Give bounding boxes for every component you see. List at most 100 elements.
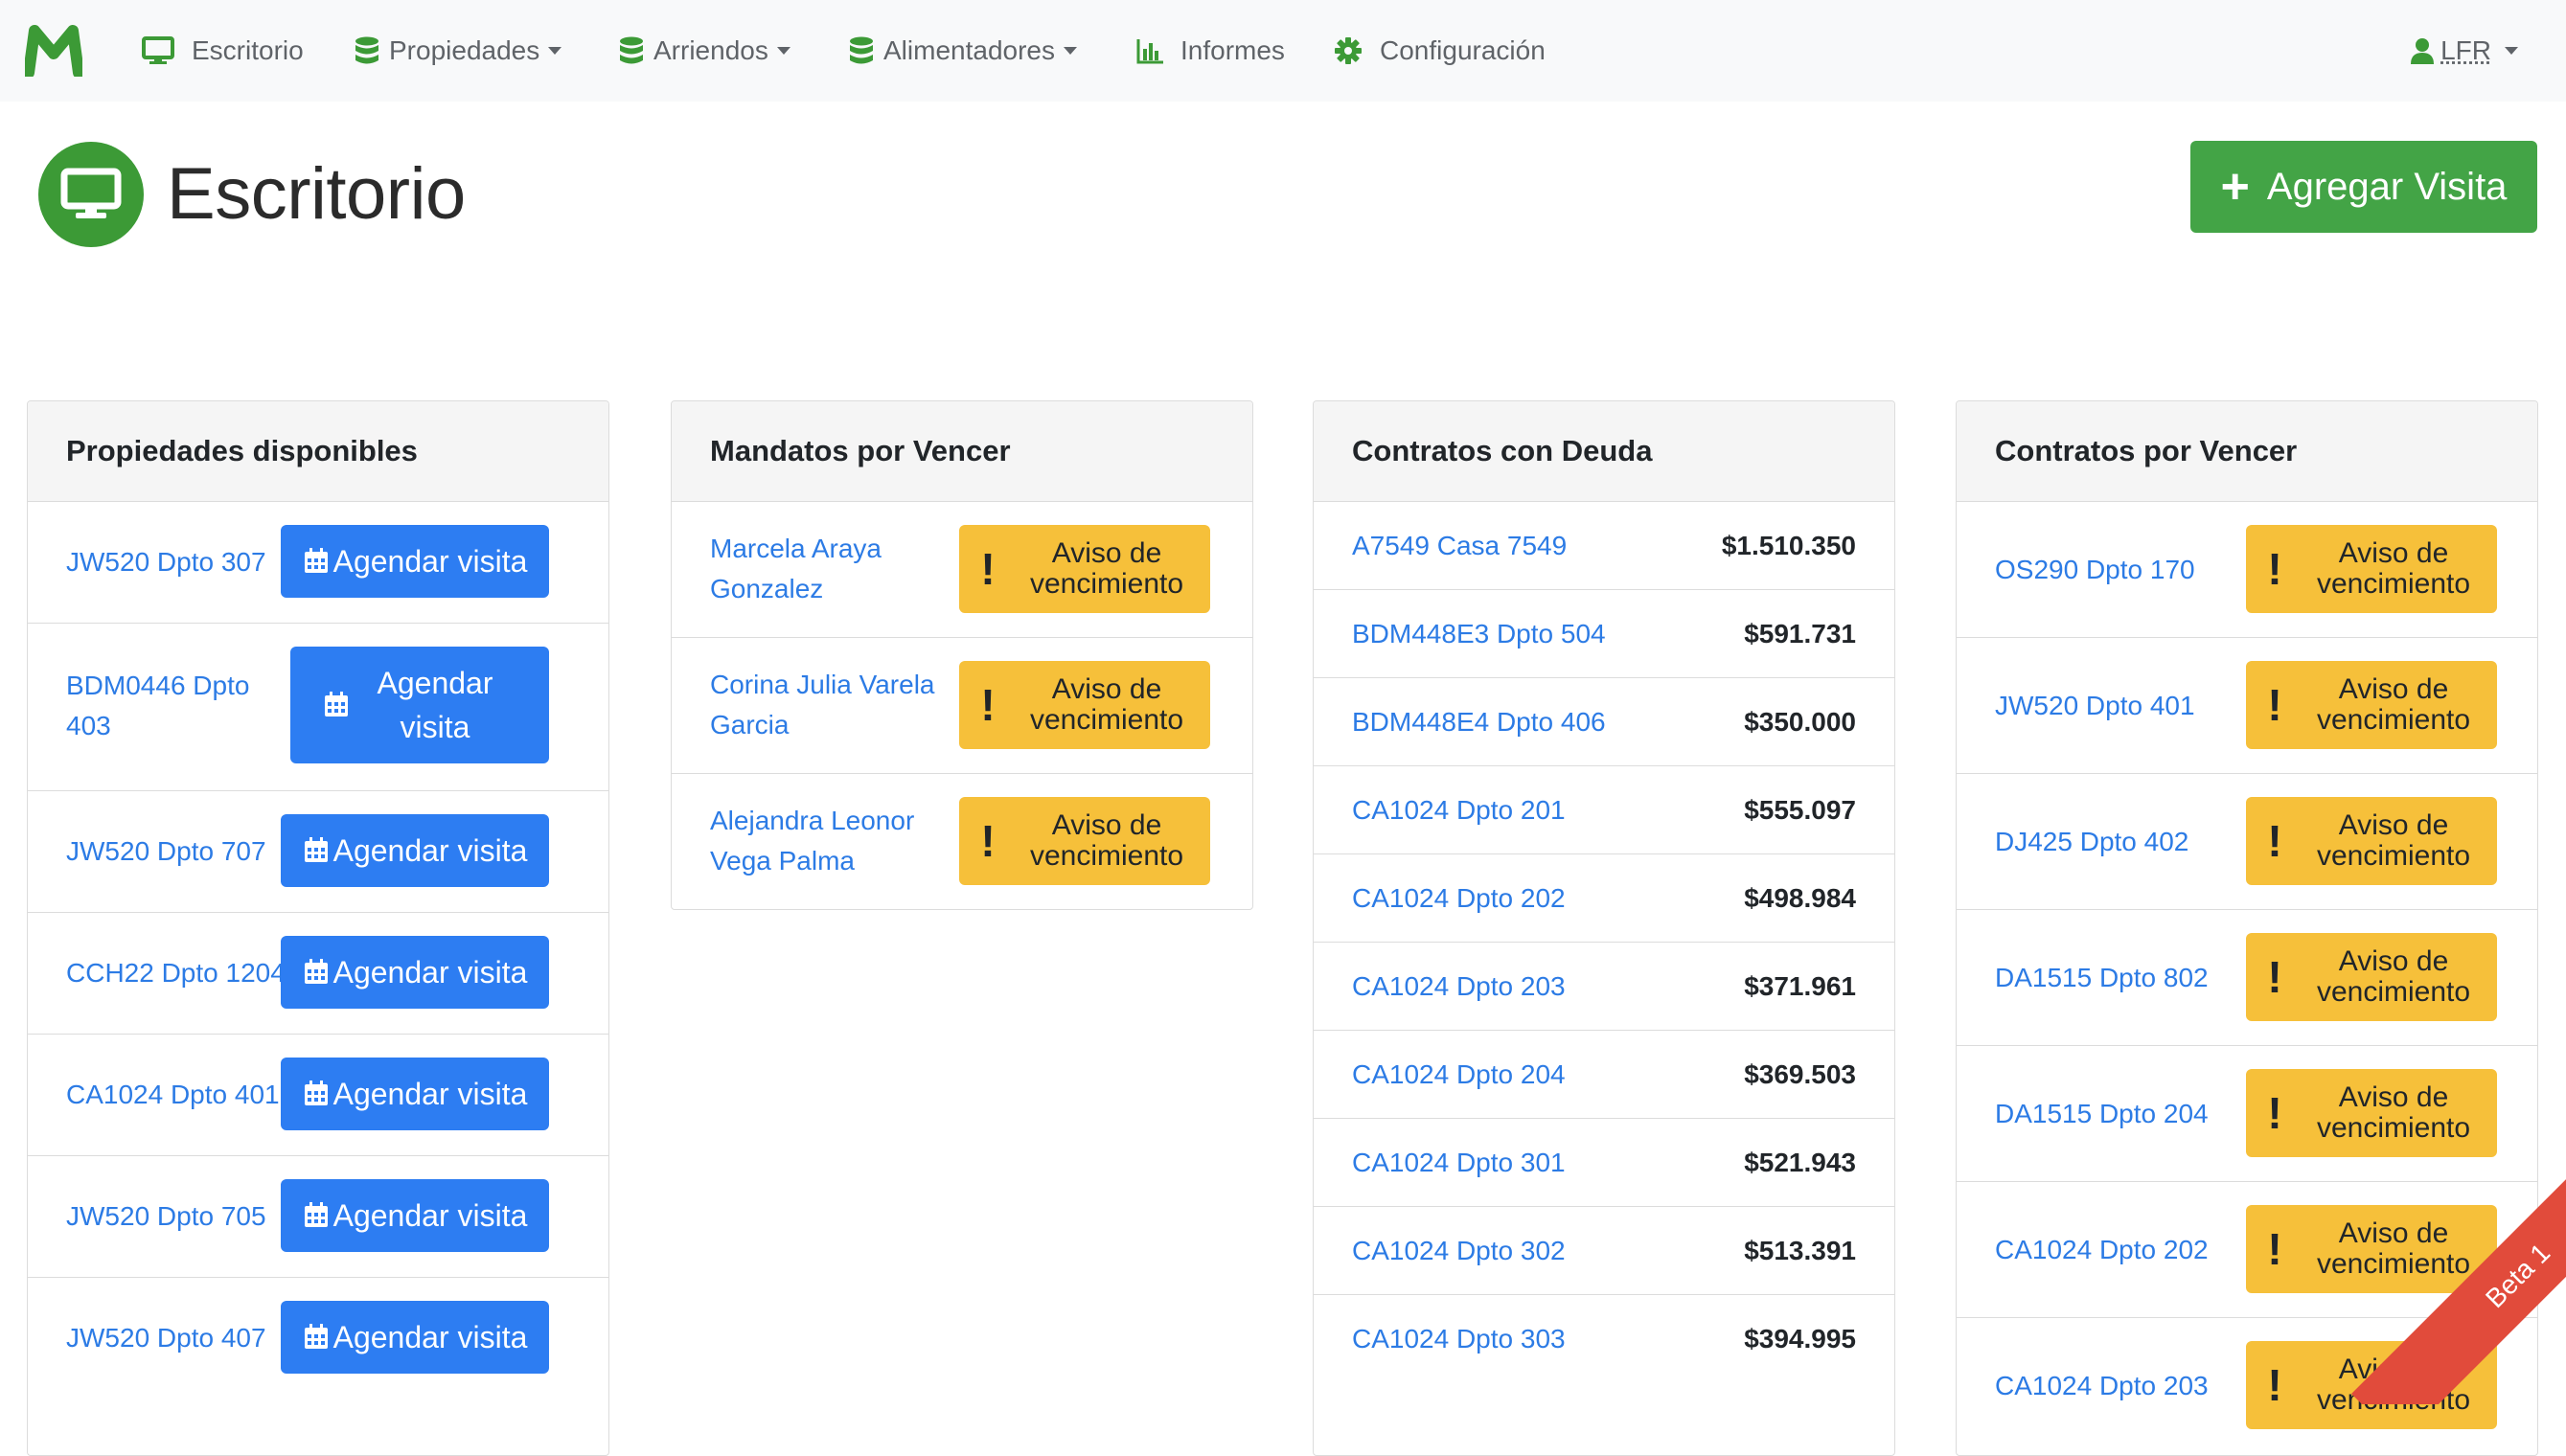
contract-link[interactable]: CA1024 Dpto 203	[1352, 967, 1566, 1007]
desktop-icon	[142, 36, 174, 64]
expiry-notice-button[interactable]: ! Aviso de vencimiento	[2246, 933, 2497, 1021]
nav-item-escritorio[interactable]: Escritorio	[142, 0, 304, 102]
caret-down-icon	[776, 47, 790, 55]
list-item: Marcela Araya Gonzalez ! Aviso de vencim…	[672, 502, 1252, 638]
plus-icon: +	[2220, 159, 2250, 215]
card-title: Contratos con Deuda	[1314, 401, 1894, 502]
list-item: OS290 Dpto 170 ! Aviso de vencimiento	[1957, 502, 2537, 638]
property-link[interactable]: JW520 Dpto 307	[66, 542, 266, 582]
user-menu[interactable]: LFR	[2410, 0, 2518, 102]
contract-link[interactable]: CA1024 Dpto 303	[1352, 1319, 1566, 1359]
table-row: CA1024 Dpto 204 $369.503	[1314, 1031, 1894, 1119]
list-item: DJ425 Dpto 402 ! Aviso de vencimiento	[1957, 774, 2537, 910]
nav-item-arriendos[interactable]: Arriendos	[619, 0, 790, 102]
contract-link[interactable]: CA1024 Dpto 203	[1995, 1366, 2209, 1406]
nav-item-configuracion[interactable]: Configuración	[1334, 0, 1546, 102]
navbar: Escritorio Propiedades Arriendos Aliment…	[0, 0, 2566, 102]
exclamation-icon: !	[980, 544, 996, 594]
property-link[interactable]: CA1024 Dpto 401	[66, 1075, 280, 1115]
list-item: JW520 Dpto 407 Agendar visita	[28, 1278, 608, 1399]
mandate-link[interactable]: Alejandra Leonor Vega Palma	[710, 801, 950, 881]
page-desktop-icon	[38, 142, 144, 247]
expiry-notice-button[interactable]: ! Aviso de vencimiento	[2246, 525, 2497, 613]
bar-chart-icon	[1136, 39, 1163, 64]
schedule-visit-button[interactable]: Agendar visita	[281, 525, 549, 598]
contract-link[interactable]: DA1515 Dpto 802	[1995, 958, 2209, 998]
table-row: CA1024 Dpto 203 $371.961	[1314, 943, 1894, 1031]
contract-link[interactable]: CA1024 Dpto 201	[1352, 790, 1566, 830]
property-link[interactable]: JW520 Dpto 707	[66, 831, 266, 872]
expiry-notice-button[interactable]: ! Aviso de vencimiento	[959, 525, 1210, 613]
contract-link[interactable]: A7549 Casa 7549	[1352, 526, 1567, 566]
calendar-icon	[304, 959, 328, 984]
schedule-visit-button[interactable]: Agendar visita	[281, 936, 549, 1009]
nav-label: Arriendos	[653, 35, 768, 65]
list-item: CA1024 Dpto 401 Agendar visita	[28, 1035, 608, 1156]
expiry-notice-button[interactable]: ! Aviso de vencimiento	[2246, 797, 2497, 885]
nav-label: Escritorio	[192, 35, 304, 65]
nav-label: Informes	[1180, 35, 1285, 65]
caret-down-icon	[1063, 47, 1077, 55]
brand-logo[interactable]	[25, 23, 82, 77]
expiry-notice-label: Aviso de vencimiento	[1029, 673, 1184, 736]
property-link[interactable]: BDM0446 Dpto 403	[66, 666, 286, 746]
schedule-visit-button[interactable]: Agendar visita	[281, 1058, 549, 1130]
contract-link[interactable]: DA1515 Dpto 204	[1995, 1094, 2209, 1134]
nav-item-informes[interactable]: Informes	[1136, 0, 1285, 102]
contract-link[interactable]: CA1024 Dpto 204	[1352, 1055, 1566, 1095]
contract-link[interactable]: CA1024 Dpto 202	[1352, 878, 1566, 919]
table-row: BDM448E4 Dpto 406 $350.000	[1314, 678, 1894, 766]
nav-label: Configuración	[1380, 35, 1546, 65]
schedule-visit-button[interactable]: Agendar visita	[290, 647, 549, 763]
schedule-visit-button[interactable]: Agendar visita	[281, 1301, 549, 1374]
list-item: CCH22 Dpto 1204 Agendar visita	[28, 913, 608, 1035]
list-item: DA1515 Dpto 802 ! Aviso de vencimiento	[1957, 910, 2537, 1046]
add-visit-button[interactable]: + Agregar Visita	[2190, 141, 2537, 233]
beta-ribbon-label: Beta 1	[2351, 1117, 2566, 1404]
gear-icon	[1335, 37, 1362, 64]
mandate-link[interactable]: Marcela Araya Gonzalez	[710, 529, 950, 609]
contract-link[interactable]: OS290 Dpto 170	[1995, 550, 2195, 590]
add-visit-label: Agregar Visita	[2266, 165, 2508, 208]
debt-amount: $350.000	[1744, 706, 1856, 737]
schedule-visit-label: Agendar visita	[332, 543, 528, 579]
expiry-notice-button[interactable]: ! Aviso de vencimiento	[959, 797, 1210, 885]
property-link[interactable]: CCH22 Dpto 1204	[66, 953, 286, 993]
list-item: JW520 Dpto 307 Agendar visita	[28, 502, 608, 624]
nav-item-propiedades[interactable]: Propiedades	[355, 0, 562, 102]
debt-amount: $513.391	[1744, 1235, 1856, 1265]
contract-link[interactable]: BDM448E3 Dpto 504	[1352, 614, 1606, 654]
property-link[interactable]: JW520 Dpto 705	[66, 1196, 266, 1237]
schedule-visit-button[interactable]: Agendar visita	[281, 1179, 549, 1252]
contract-link[interactable]: CA1024 Dpto 302	[1352, 1231, 1566, 1271]
nav-item-alimentadores[interactable]: Alimentadores	[849, 0, 1077, 102]
expiry-notice-button[interactable]: ! Aviso de vencimiento	[959, 661, 1210, 749]
schedule-visit-button[interactable]: Agendar visita	[281, 814, 549, 887]
contract-link[interactable]: DJ425 Dpto 402	[1995, 822, 2188, 862]
expiry-notice-button[interactable]: ! Aviso de vencimiento	[2246, 661, 2497, 749]
calendar-icon	[304, 548, 328, 573]
expiry-notice-label: Aviso de vencimiento	[2316, 537, 2471, 600]
contract-link[interactable]: CA1024 Dpto 202	[1995, 1230, 2209, 1270]
desktop-icon	[60, 168, 122, 218]
user-name: LFR	[2440, 35, 2491, 65]
expiry-notice-label: Aviso de vencimiento	[2316, 945, 2471, 1008]
expiry-notice-label: Aviso de vencimiento	[1029, 537, 1184, 600]
beta-ribbon: Beta 1	[2279, 1117, 2566, 1404]
contract-link[interactable]: JW520 Dpto 401	[1995, 686, 2195, 726]
property-link[interactable]: JW520 Dpto 407	[66, 1318, 266, 1358]
table-row: A7549 Casa 7549 $1.510.350	[1314, 502, 1894, 590]
card-contratos-con-deuda: Contratos con Deuda A7549 Casa 7549 $1.51…	[1313, 400, 1895, 1456]
exclamation-icon: !	[980, 816, 996, 866]
contract-link[interactable]: BDM448E4 Dpto 406	[1352, 702, 1606, 742]
database-icon	[355, 36, 378, 64]
card-title: Contratos por Vencer	[1957, 401, 2537, 502]
mandate-link[interactable]: Corina Julia Varela Garcia	[710, 665, 950, 745]
card-title: Propiedades disponibles	[28, 401, 608, 502]
caret-down-icon	[548, 47, 562, 55]
user-icon	[2411, 38, 2435, 64]
debt-amount: $498.984	[1744, 882, 1856, 913]
debt-amount: $394.995	[1744, 1323, 1856, 1354]
caret-down-icon	[2505, 47, 2518, 55]
contract-link[interactable]: CA1024 Dpto 301	[1352, 1143, 1566, 1183]
